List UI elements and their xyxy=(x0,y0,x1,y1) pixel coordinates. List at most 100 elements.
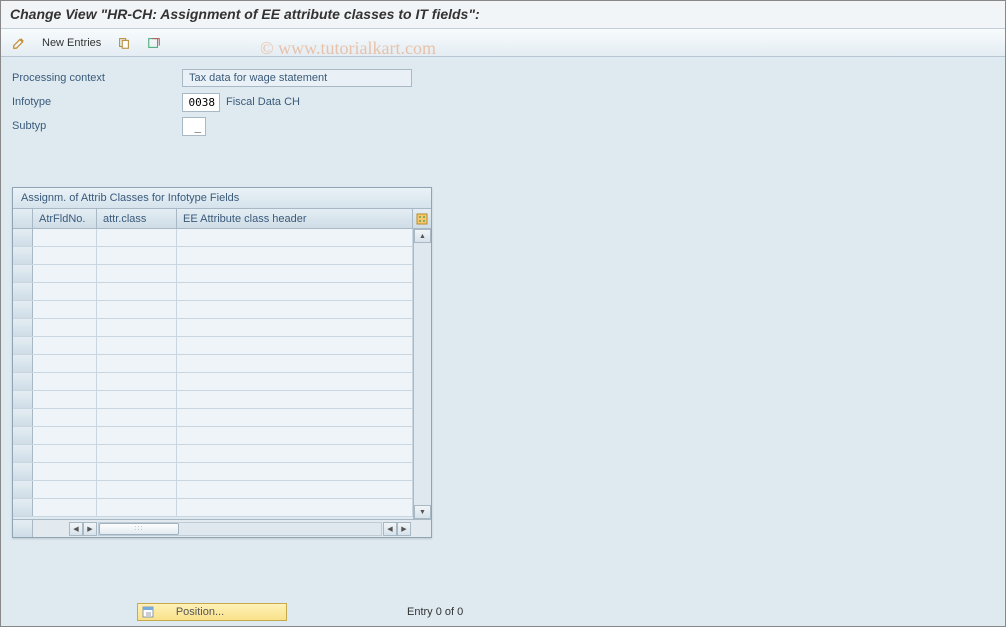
hscroll-left2-button[interactable]: ◀ xyxy=(383,522,397,536)
cell-atrfldno[interactable] xyxy=(33,265,97,282)
cell-ee-header[interactable] xyxy=(177,355,413,372)
cell-atrfldno[interactable] xyxy=(33,481,97,498)
row-selector[interactable] xyxy=(13,373,33,390)
table-row[interactable] xyxy=(13,463,413,481)
position-button[interactable]: Position... xyxy=(137,603,287,621)
cell-atrfldno[interactable] xyxy=(33,463,97,480)
table-row[interactable] xyxy=(13,337,413,355)
cell-attrclass[interactable] xyxy=(97,319,177,336)
table-row[interactable] xyxy=(13,319,413,337)
hscroll-thumb[interactable]: ::: xyxy=(99,523,179,535)
cell-ee-header[interactable] xyxy=(177,481,413,498)
row-selector[interactable] xyxy=(13,355,33,372)
cell-ee-header[interactable] xyxy=(177,499,413,516)
table-row[interactable] xyxy=(13,229,413,247)
row-selector[interactable] xyxy=(13,283,33,300)
table-row[interactable] xyxy=(13,499,413,517)
row-selector[interactable] xyxy=(13,409,33,426)
row-selector[interactable] xyxy=(13,463,33,480)
cell-attrclass[interactable] xyxy=(97,283,177,300)
row-selector[interactable] xyxy=(13,337,33,354)
table-row[interactable] xyxy=(13,427,413,445)
cell-attrclass[interactable] xyxy=(97,391,177,408)
horizontal-scrollbar[interactable]: ◀ ▶ ::: ◀ ▶ xyxy=(13,519,431,537)
cell-attrclass[interactable] xyxy=(97,337,177,354)
row-selector[interactable] xyxy=(13,247,33,264)
row-selector[interactable] xyxy=(13,301,33,318)
delimit-button[interactable] xyxy=(143,34,165,52)
hscroll-left-button[interactable]: ◀ xyxy=(69,522,83,536)
cell-atrfldno[interactable] xyxy=(33,427,97,444)
copy-button[interactable] xyxy=(113,34,135,52)
scroll-up-button[interactable]: ▲ xyxy=(414,229,431,243)
cell-attrclass[interactable] xyxy=(97,463,177,480)
cell-ee-header[interactable] xyxy=(177,283,413,300)
cell-attrclass[interactable] xyxy=(97,409,177,426)
hscroll-track[interactable]: ::: xyxy=(98,522,382,536)
hscroll-right-button[interactable]: ▶ xyxy=(83,522,97,536)
table-row[interactable] xyxy=(13,301,413,319)
cell-attrclass[interactable] xyxy=(97,301,177,318)
cell-atrfldno[interactable] xyxy=(33,301,97,318)
cell-attrclass[interactable] xyxy=(97,499,177,516)
cell-ee-header[interactable] xyxy=(177,247,413,264)
table-row[interactable] xyxy=(13,373,413,391)
cell-attrclass[interactable] xyxy=(97,373,177,390)
cell-ee-header[interactable] xyxy=(177,229,413,246)
change-mode-button[interactable] xyxy=(8,34,30,52)
row-selector[interactable] xyxy=(13,499,33,516)
cell-ee-header[interactable] xyxy=(177,265,413,282)
cell-attrclass[interactable] xyxy=(97,265,177,282)
cell-atrfldno[interactable] xyxy=(33,409,97,426)
cell-ee-header[interactable] xyxy=(177,445,413,462)
cell-attrclass[interactable] xyxy=(97,427,177,444)
column-attrclass[interactable]: attr.class xyxy=(97,209,177,228)
cell-atrfldno[interactable] xyxy=(33,337,97,354)
select-all-column[interactable] xyxy=(13,209,33,228)
row-selector[interactable] xyxy=(13,445,33,462)
cell-ee-header[interactable] xyxy=(177,373,413,390)
cell-ee-header[interactable] xyxy=(177,409,413,426)
table-row[interactable] xyxy=(13,265,413,283)
vertical-scrollbar[interactable]: ▲ ▼ xyxy=(413,229,431,519)
cell-atrfldno[interactable] xyxy=(33,247,97,264)
cell-attrclass[interactable] xyxy=(97,355,177,372)
cell-ee-header[interactable] xyxy=(177,427,413,444)
row-selector[interactable] xyxy=(13,481,33,498)
subtyp-input[interactable] xyxy=(182,117,206,136)
cell-atrfldno[interactable] xyxy=(33,355,97,372)
table-row[interactable] xyxy=(13,445,413,463)
hscroll-right2-button[interactable]: ▶ xyxy=(397,522,411,536)
cell-atrfldno[interactable] xyxy=(33,391,97,408)
cell-attrclass[interactable] xyxy=(97,481,177,498)
infotype-input[interactable] xyxy=(182,93,220,112)
cell-ee-header[interactable] xyxy=(177,319,413,336)
scroll-down-button[interactable]: ▼ xyxy=(414,505,431,519)
row-selector[interactable] xyxy=(13,427,33,444)
row-selector[interactable] xyxy=(13,391,33,408)
row-selector[interactable] xyxy=(13,229,33,246)
cell-atrfldno[interactable] xyxy=(33,319,97,336)
row-selector[interactable] xyxy=(13,319,33,336)
scroll-track[interactable] xyxy=(414,243,431,505)
column-atrfldno[interactable]: AtrFldNo. xyxy=(33,209,97,228)
cell-atrfldno[interactable] xyxy=(33,229,97,246)
table-row[interactable] xyxy=(13,283,413,301)
cell-attrclass[interactable] xyxy=(97,445,177,462)
cell-attrclass[interactable] xyxy=(97,247,177,264)
cell-ee-header[interactable] xyxy=(177,391,413,408)
column-ee-header[interactable]: EE Attribute class header xyxy=(177,209,413,228)
cell-attrclass[interactable] xyxy=(97,229,177,246)
cell-atrfldno[interactable] xyxy=(33,283,97,300)
cell-atrfldno[interactable] xyxy=(33,373,97,390)
cell-atrfldno[interactable] xyxy=(33,499,97,516)
table-row[interactable] xyxy=(13,481,413,499)
row-selector[interactable] xyxy=(13,265,33,282)
cell-ee-header[interactable] xyxy=(177,337,413,354)
table-row[interactable] xyxy=(13,247,413,265)
cell-ee-header[interactable] xyxy=(177,301,413,318)
table-row[interactable] xyxy=(13,409,413,427)
table-config-button[interactable] xyxy=(413,209,431,228)
new-entries-button[interactable]: New Entries xyxy=(38,35,105,51)
cell-atrfldno[interactable] xyxy=(33,445,97,462)
